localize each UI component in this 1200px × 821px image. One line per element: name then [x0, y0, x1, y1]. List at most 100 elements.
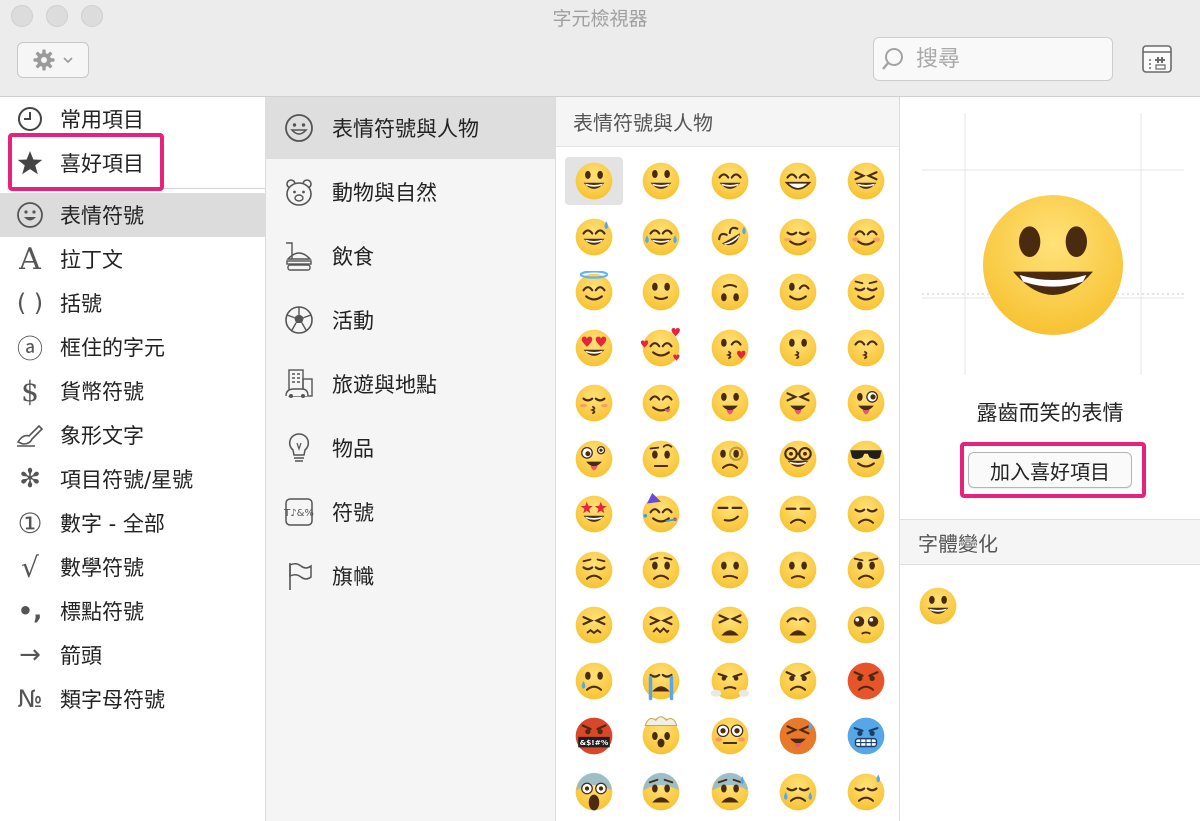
tired-face-icon[interactable]: [701, 601, 759, 649]
relaxed-face-icon[interactable]: [769, 213, 827, 261]
unamused-face-icon[interactable]: [769, 490, 827, 538]
confused-face-icon[interactable]: [701, 546, 759, 594]
settings-menu-button[interactable]: [17, 42, 89, 78]
wink-tongue-face-icon[interactable]: [837, 379, 895, 427]
blush-face-icon[interactable]: [837, 213, 895, 261]
weary-face-icon[interactable]: [769, 601, 827, 649]
persevering-face-icon[interactable]: [565, 601, 623, 649]
sidebar-item-math[interactable]: √ 數學符號: [0, 545, 265, 589]
kissing-face-icon[interactable]: [769, 324, 827, 372]
subcategory-flags[interactable]: 旗幟: [266, 545, 555, 607]
pensive-face-icon[interactable]: [565, 546, 623, 594]
subcategory-smileys-people[interactable]: 表情符號與人物: [266, 97, 555, 159]
fearful-face-icon[interactable]: [632, 768, 690, 816]
raised-eyebrow-face-icon[interactable]: [632, 435, 690, 483]
kissing-closed-eyes-face-icon[interactable]: [565, 379, 623, 427]
yum-face-icon[interactable]: [632, 379, 690, 427]
kissing-heart-face-icon[interactable]: [701, 324, 759, 372]
subcategory-objects[interactable]: 物品: [266, 417, 555, 479]
frowning-face-icon[interactable]: [837, 546, 895, 594]
crying-face-icon[interactable]: [565, 657, 623, 705]
sidebar-item-letterlike[interactable]: № 類字母符號: [0, 677, 265, 721]
squint-tongue-face-icon[interactable]: [769, 379, 827, 427]
steam-face-icon[interactable]: [701, 657, 759, 705]
sunglasses-face-icon[interactable]: [837, 435, 895, 483]
sidebar-item-emoji[interactable]: 表情符號: [0, 193, 265, 237]
bear-icon: [266, 176, 332, 208]
grinning-face-icon[interactable]: [565, 157, 623, 205]
cold-face-icon[interactable]: [837, 712, 895, 760]
scream-face-icon[interactable]: [565, 768, 623, 816]
sidebar-item-latin[interactable]: A 拉丁文: [0, 237, 265, 281]
subcategory-activity[interactable]: 活動: [266, 289, 555, 351]
cursing-face-icon[interactable]: &$!#%: [565, 712, 623, 760]
hot-face-icon[interactable]: [769, 712, 827, 760]
upside-down-face-icon[interactable]: [701, 268, 759, 316]
search-input[interactable]: [914, 45, 1098, 73]
exploding-head-face-icon[interactable]: [632, 712, 690, 760]
toolbar: 字元檢視器: [0, 0, 1200, 97]
sweat-smile-face-icon[interactable]: [565, 213, 623, 261]
sidebar-item-arrows[interactable]: → 箭頭: [0, 633, 265, 677]
sidebar-item-label: 表情符號: [60, 204, 144, 228]
anxious-sweat-face-icon[interactable]: [701, 768, 759, 816]
sidebar-item-digits[interactable]: ① 數字 - 全部: [0, 501, 265, 545]
sidebar-item-enclosed[interactable]: ⓐ 框住的字元: [0, 325, 265, 369]
sidebar-item-label: 標點符號: [60, 600, 144, 624]
smirk-face-icon[interactable]: [701, 490, 759, 538]
subcategory-animals-nature[interactable]: 動物與自然: [266, 161, 555, 223]
pleading-face-icon[interactable]: [837, 601, 895, 649]
parentheses-icon: ( ): [16, 289, 44, 317]
flushed-face-icon[interactable]: [701, 712, 759, 760]
relieved-face-icon[interactable]: [837, 268, 895, 316]
sidebar-item-label: 數學符號: [60, 556, 144, 580]
rofl-face-icon[interactable]: [701, 213, 759, 261]
wink-face-icon[interactable]: [769, 268, 827, 316]
gear-icon: [33, 49, 55, 71]
monocle-face-icon[interactable]: [701, 435, 759, 483]
star-struck-face-icon[interactable]: [565, 490, 623, 538]
grin-smile-face-icon[interactable]: [701, 157, 759, 205]
pouting-face-icon[interactable]: [837, 657, 895, 705]
favorites-highlight: [8, 133, 164, 191]
sidebar-item-brackets[interactable]: ( ) 括號: [0, 281, 265, 325]
sobbing-face-icon[interactable]: [632, 657, 690, 705]
joy-face-icon[interactable]: [632, 213, 690, 261]
worried-face-icon[interactable]: [632, 546, 690, 594]
keyboard-viewer-button[interactable]: [1141, 43, 1173, 75]
search-field[interactable]: [873, 37, 1113, 81]
burger-icon: [266, 239, 332, 273]
tongue-face-icon[interactable]: [701, 379, 759, 427]
kissing-smiling-eyes-face-icon[interactable]: [837, 324, 895, 372]
subcategory-travel-places[interactable]: 旅遊與地點: [266, 353, 555, 415]
subcategory-symbols[interactable]: T♪&% 符號: [266, 481, 555, 543]
halo-face-icon[interactable]: [565, 268, 623, 316]
circled-a-icon: ⓐ: [16, 334, 43, 365]
sidebar-item-label: 拉丁文: [60, 248, 123, 272]
sidebar-item-punctuation[interactable]: •, 標點符號: [0, 589, 265, 633]
downcast-sweat-face-icon[interactable]: [837, 768, 895, 816]
font-variation-item[interactable]: [917, 585, 959, 627]
sidebar-item-currency[interactable]: $ 貨幣符號: [0, 369, 265, 413]
sidebar-item-bullets-stars[interactable]: ✻ 項目符號/星號: [0, 457, 265, 501]
sad-relieved-face-icon[interactable]: [769, 768, 827, 816]
heart-eyes-face-icon[interactable]: [565, 324, 623, 372]
beaming-face-icon[interactable]: [769, 157, 827, 205]
smiling-hearts-face-icon[interactable]: [632, 324, 690, 372]
zany-face-icon[interactable]: [565, 435, 623, 483]
sidebar-item-label: 數字 - 全部: [60, 512, 165, 536]
laughing-face-icon[interactable]: [837, 157, 895, 205]
slight-smile-face-icon[interactable]: [632, 268, 690, 316]
partying-face-icon[interactable]: [632, 490, 690, 538]
smiley-face-icon[interactable]: [632, 157, 690, 205]
subcategory-food-drink[interactable]: 飲食: [266, 225, 555, 287]
disappointed-face-icon[interactable]: [837, 490, 895, 538]
punctuation-icon: •,: [17, 597, 43, 625]
sidebar-item-pictographs[interactable]: 象形文字: [0, 413, 265, 457]
nerd-face-icon[interactable]: [769, 435, 827, 483]
subcategory-list: 表情符號與人物 動物與自然 飲食 活動 旅遊與地點 物品 T♪&% 符號 旗幟: [266, 97, 556, 821]
building-icon: [266, 367, 332, 401]
angry-face-icon[interactable]: [769, 657, 827, 705]
slight-frown-face-icon[interactable]: [769, 546, 827, 594]
confounded-face-icon[interactable]: [632, 601, 690, 649]
